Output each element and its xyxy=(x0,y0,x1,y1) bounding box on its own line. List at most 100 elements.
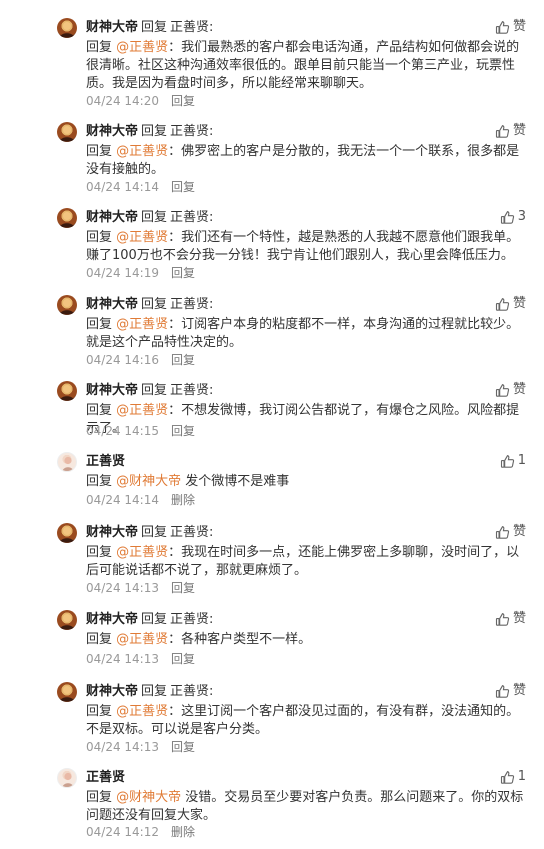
user-avatar-icon xyxy=(60,299,74,314)
reply-time: 04/24 14:12 xyxy=(86,825,159,839)
reply-action[interactable]: 回复 xyxy=(171,739,195,755)
mention-link[interactable]: @财神大帝 xyxy=(116,474,181,489)
thumbs-up-icon xyxy=(495,612,510,626)
like-button[interactable]: 赞 xyxy=(495,122,526,140)
reply-action[interactable]: 回复 xyxy=(171,580,195,596)
reply-action[interactable]: 回复 xyxy=(171,352,195,368)
reply-footer: 04/24 14:12 删除 xyxy=(86,824,195,840)
author-name[interactable]: 财神大帝 xyxy=(86,297,138,312)
mention-link[interactable]: @财神大帝 xyxy=(116,790,181,805)
reply-action[interactable]: 回复 xyxy=(171,265,195,281)
thumbs-up-icon xyxy=(500,770,514,784)
reply-target[interactable]: 正善贤: xyxy=(170,124,213,139)
reply-time: 04/24 14:19 xyxy=(86,266,159,280)
like-button[interactable]: 1 xyxy=(500,452,526,470)
reply-prefix: 回复 xyxy=(86,704,113,719)
author-name[interactable]: 财神大帝 xyxy=(86,612,138,627)
avatar[interactable] xyxy=(57,523,77,543)
author-name[interactable]: 正善贤 xyxy=(86,454,125,469)
reply-prefix: 回复 xyxy=(86,230,113,245)
mention-link[interactable]: @正善贤 xyxy=(116,704,168,719)
reply-meta: 回复 xyxy=(141,297,168,312)
like-button[interactable]: 赞 xyxy=(495,523,526,541)
like-button[interactable]: 赞 xyxy=(495,381,526,399)
user-avatar-icon xyxy=(60,527,74,542)
avatar[interactable] xyxy=(57,768,77,788)
mention-link[interactable]: @正善贤 xyxy=(116,317,168,332)
avatar[interactable] xyxy=(57,295,77,315)
mention-link[interactable]: @正善贤 xyxy=(116,40,168,55)
reply-content: 回复 @正善贤：我们最熟悉的客户都会电话沟通，产品结构如何做都会说的很清晰。社区… xyxy=(86,39,532,93)
reply-footer: 04/24 14:20 回复 xyxy=(86,93,195,109)
avatar[interactable] xyxy=(57,208,77,228)
like-button[interactable]: 赞 xyxy=(495,295,526,313)
reply-meta: 回复 xyxy=(141,20,168,35)
reply-meta: 回复 xyxy=(141,612,168,627)
reply-footer: 04/24 14:19 回复 xyxy=(86,265,195,281)
like-button[interactable]: 赞 xyxy=(495,18,526,36)
avatar[interactable] xyxy=(57,18,77,38)
thumbs-up-icon xyxy=(495,684,510,698)
reply-footer: 04/24 14:14 回复 xyxy=(86,179,195,195)
avatar[interactable] xyxy=(57,452,77,472)
reply-time: 04/24 14:15 xyxy=(86,424,159,438)
reply-footer: 04/24 14:13 回复 xyxy=(86,651,195,667)
user-avatar-icon xyxy=(60,385,74,400)
like-count: 赞 xyxy=(512,611,526,626)
reply-content: 回复 @正善贤：佛罗密上的客户是分散的，我无法一个一个联系，很多都是没有接触的。 xyxy=(86,143,532,179)
author-name[interactable]: 财神大帝 xyxy=(86,684,138,699)
like-count: 赞 xyxy=(512,19,526,34)
like-count: 赞 xyxy=(512,683,526,698)
mention-link[interactable]: @正善贤 xyxy=(116,230,168,245)
reply-footer: 04/24 14:13 回复 xyxy=(86,580,195,596)
reply-action[interactable]: 回复 xyxy=(171,179,195,195)
reply-header: 财神大帝 回复 正善贤: xyxy=(86,683,524,701)
reply-prefix: 回复 xyxy=(86,632,113,647)
reply-prefix: 回复 xyxy=(86,403,113,418)
like-button[interactable]: 赞 xyxy=(495,610,526,628)
reply-target[interactable]: 正善贤: xyxy=(170,383,213,398)
mention-link[interactable]: @正善贤 xyxy=(116,632,168,647)
reply-action[interactable]: 回复 xyxy=(171,423,195,439)
user-avatar-icon xyxy=(60,126,74,141)
mention-link[interactable]: @正善贤 xyxy=(116,403,168,418)
like-button[interactable]: 3 xyxy=(500,208,526,226)
reply-target[interactable]: 正善贤: xyxy=(170,20,213,35)
delete-action[interactable]: 删除 xyxy=(171,492,195,508)
avatar[interactable] xyxy=(57,381,77,401)
mention-link[interactable]: @正善贤 xyxy=(116,545,168,560)
reply-action[interactable]: 回复 xyxy=(171,651,195,667)
reply-content: 回复 @正善贤：订阅客户本身的粘度都不一样，本身沟通的过程就比较少。就是这个产品… xyxy=(86,316,532,352)
avatar[interactable] xyxy=(57,122,77,142)
reply-prefix: 回复 xyxy=(86,474,113,489)
author-name[interactable]: 财神大帝 xyxy=(86,20,138,35)
like-count: 赞 xyxy=(512,382,526,397)
user-avatar-icon xyxy=(60,22,74,37)
like-button[interactable]: 赞 xyxy=(495,682,526,700)
thumbs-up-icon xyxy=(495,297,510,311)
reply-target[interactable]: 正善贤: xyxy=(170,297,213,312)
avatar[interactable] xyxy=(57,610,77,630)
reply-footer: 04/24 14:16 回复 xyxy=(86,352,195,368)
like-button[interactable]: 1 xyxy=(500,768,526,786)
author-name[interactable]: 正善贤 xyxy=(86,770,125,785)
reply-action[interactable]: 回复 xyxy=(171,93,195,109)
mention-link[interactable]: @正善贤 xyxy=(116,144,168,159)
reply-target[interactable]: 正善贤: xyxy=(170,210,213,225)
avatar[interactable] xyxy=(57,682,77,702)
author-name[interactable]: 财神大帝 xyxy=(86,124,138,139)
reply-time: 04/24 14:13 xyxy=(86,740,159,754)
delete-action[interactable]: 删除 xyxy=(171,824,195,840)
reply-list: 财神大帝 回复 正善贤: 赞 回复 @正善贤：我们最熟悉的客户都会电话沟通，产品结构… xyxy=(0,0,544,849)
author-name[interactable]: 财神大帝 xyxy=(86,210,138,225)
author-name[interactable]: 财神大帝 xyxy=(86,383,138,398)
reply-time: 04/24 14:14 xyxy=(86,493,159,507)
author-name[interactable]: 财神大帝 xyxy=(86,525,138,540)
user-avatar-icon xyxy=(62,456,74,471)
reply-target[interactable]: 正善贤: xyxy=(170,684,213,699)
reply-meta: 回复 xyxy=(141,124,168,139)
like-count: 1 xyxy=(517,769,526,784)
reply-target[interactable]: 正善贤: xyxy=(170,525,213,540)
reply-target[interactable]: 正善贤: xyxy=(170,612,213,627)
reply-footer: 04/24 14:15 回复 xyxy=(86,423,195,439)
